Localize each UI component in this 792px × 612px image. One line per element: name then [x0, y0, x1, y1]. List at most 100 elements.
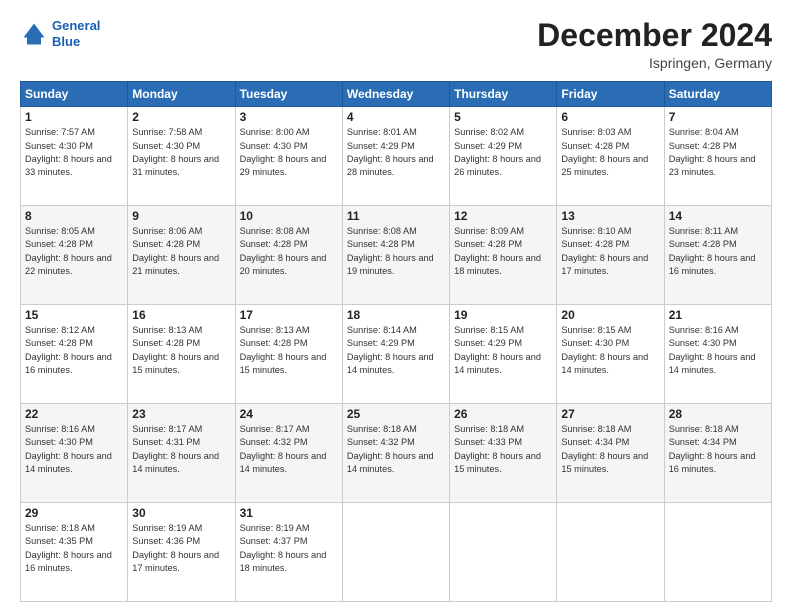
day-number: 7 [669, 110, 767, 124]
weekday-header-tuesday: Tuesday [235, 82, 342, 107]
calendar-cell: 4 Sunrise: 8:01 AMSunset: 4:29 PMDaylight… [342, 107, 449, 206]
day-info: Sunrise: 8:18 AMSunset: 4:34 PMDaylight:… [561, 423, 659, 476]
day-number: 23 [132, 407, 230, 421]
title-block: December 2024 Ispringen, Germany [537, 18, 772, 71]
day-number: 10 [240, 209, 338, 223]
day-info: Sunrise: 8:19 AMSunset: 4:37 PMDaylight:… [240, 522, 338, 575]
day-info: Sunrise: 8:17 AMSunset: 4:31 PMDaylight:… [132, 423, 230, 476]
calendar-cell: 22 Sunrise: 8:16 AMSunset: 4:30 PMDayligh… [21, 404, 128, 503]
day-number: 22 [25, 407, 123, 421]
day-info: Sunrise: 8:03 AMSunset: 4:28 PMDaylight:… [561, 126, 659, 179]
logo-line1: General [52, 18, 100, 33]
calendar-cell: 5 Sunrise: 8:02 AMSunset: 4:29 PMDaylight… [450, 107, 557, 206]
day-info: Sunrise: 8:17 AMSunset: 4:32 PMDaylight:… [240, 423, 338, 476]
day-info: Sunrise: 8:02 AMSunset: 4:29 PMDaylight:… [454, 126, 552, 179]
calendar-cell: 2 Sunrise: 7:58 AMSunset: 4:30 PMDaylight… [128, 107, 235, 206]
week-row-3: 15Sunrise: 8:12 AMSunset: 4:28 PMDayligh… [21, 305, 772, 404]
day-info: Sunrise: 8:13 AMSunset: 4:28 PMDaylight:… [132, 324, 230, 377]
calendar: SundayMondayTuesdayWednesdayThursdayFrid… [20, 81, 772, 602]
day-info: Sunrise: 8:16 AMSunset: 4:30 PMDaylight:… [669, 324, 767, 377]
day-info: Sunrise: 8:16 AMSunset: 4:30 PMDaylight:… [25, 423, 123, 476]
day-info: Sunrise: 7:58 AMSunset: 4:30 PMDaylight:… [132, 126, 230, 179]
day-info: Sunrise: 8:18 AMSunset: 4:34 PMDaylight:… [669, 423, 767, 476]
day-number: 25 [347, 407, 445, 421]
day-number: 31 [240, 506, 338, 520]
calendar-cell: 19 Sunrise: 8:15 AMSunset: 4:29 PMDayligh… [450, 305, 557, 404]
day-number: 21 [669, 308, 767, 322]
day-number: 9 [132, 209, 230, 223]
calendar-cell: 10 Sunrise: 8:08 AMSunset: 4:28 PMDayligh… [235, 206, 342, 305]
calendar-cell: 27 Sunrise: 8:18 AMSunset: 4:34 PMDayligh… [557, 404, 664, 503]
weekday-header-monday: Monday [128, 82, 235, 107]
weekday-header-thursday: Thursday [450, 82, 557, 107]
calendar-cell: 8Sunrise: 8:05 AMSunset: 4:28 PMDaylight… [21, 206, 128, 305]
calendar-cell: 12 Sunrise: 8:09 AMSunset: 4:28 PMDayligh… [450, 206, 557, 305]
calendar-cell: 23 Sunrise: 8:17 AMSunset: 4:31 PMDayligh… [128, 404, 235, 503]
calendar-cell: 13 Sunrise: 8:10 AMSunset: 4:28 PMDayligh… [557, 206, 664, 305]
header: General Blue December 2024 Ispringen, Ge… [20, 18, 772, 71]
logo-text: General Blue [52, 18, 100, 49]
calendar-cell [664, 503, 771, 602]
calendar-cell: 9Sunrise: 8:06 AMSunset: 4:28 PMDaylight… [128, 206, 235, 305]
day-number: 13 [561, 209, 659, 223]
day-info: Sunrise: 8:01 AMSunset: 4:29 PMDaylight:… [347, 126, 445, 179]
calendar-cell: 21 Sunrise: 8:16 AMSunset: 4:30 PMDayligh… [664, 305, 771, 404]
calendar-cell: 14Sunrise: 8:11 AMSunset: 4:28 PMDayligh… [664, 206, 771, 305]
day-info: Sunrise: 8:10 AMSunset: 4:28 PMDaylight:… [561, 225, 659, 278]
day-info: Sunrise: 8:12 AMSunset: 4:28 PMDaylight:… [25, 324, 123, 377]
day-number: 5 [454, 110, 552, 124]
day-info: Sunrise: 8:15 AMSunset: 4:30 PMDaylight:… [561, 324, 659, 377]
day-number: 12 [454, 209, 552, 223]
week-row-1: 1Sunrise: 7:57 AMSunset: 4:30 PMDaylight… [21, 107, 772, 206]
day-info: Sunrise: 8:14 AMSunset: 4:29 PMDaylight:… [347, 324, 445, 377]
day-info: Sunrise: 7:57 AMSunset: 4:30 PMDaylight:… [25, 126, 123, 179]
day-info: Sunrise: 8:13 AMSunset: 4:28 PMDaylight:… [240, 324, 338, 377]
month-title: December 2024 [537, 18, 772, 53]
logo-icon [20, 20, 48, 48]
weekday-header-sunday: Sunday [21, 82, 128, 107]
calendar-cell: 17 Sunrise: 8:13 AMSunset: 4:28 PMDayligh… [235, 305, 342, 404]
calendar-cell: 24 Sunrise: 8:17 AMSunset: 4:32 PMDayligh… [235, 404, 342, 503]
day-number: 16 [132, 308, 230, 322]
day-info: Sunrise: 8:18 AMSunset: 4:35 PMDaylight:… [25, 522, 123, 575]
day-number: 17 [240, 308, 338, 322]
weekday-header-wednesday: Wednesday [342, 82, 449, 107]
logo-line2: Blue [52, 34, 80, 49]
week-row-5: 29 Sunrise: 8:18 AMSunset: 4:35 PMDayligh… [21, 503, 772, 602]
day-number: 24 [240, 407, 338, 421]
calendar-cell: 25 Sunrise: 8:18 AMSunset: 4:32 PMDayligh… [342, 404, 449, 503]
logo: General Blue [20, 18, 100, 49]
day-number: 29 [25, 506, 123, 520]
calendar-cell: 1Sunrise: 7:57 AMSunset: 4:30 PMDaylight… [21, 107, 128, 206]
day-info: Sunrise: 8:05 AMSunset: 4:28 PMDaylight:… [25, 225, 123, 278]
day-number: 4 [347, 110, 445, 124]
day-number: 26 [454, 407, 552, 421]
calendar-cell [342, 503, 449, 602]
day-info: Sunrise: 8:15 AMSunset: 4:29 PMDaylight:… [454, 324, 552, 377]
day-info: Sunrise: 8:04 AMSunset: 4:28 PMDaylight:… [669, 126, 767, 179]
weekday-header-saturday: Saturday [664, 82, 771, 107]
calendar-cell: 11 Sunrise: 8:08 AMSunset: 4:28 PMDayligh… [342, 206, 449, 305]
day-info: Sunrise: 8:08 AMSunset: 4:28 PMDaylight:… [347, 225, 445, 278]
day-number: 14 [669, 209, 767, 223]
day-info: Sunrise: 8:09 AMSunset: 4:28 PMDaylight:… [454, 225, 552, 278]
calendar-cell: 6Sunrise: 8:03 AMSunset: 4:28 PMDaylight… [557, 107, 664, 206]
day-number: 11 [347, 209, 445, 223]
week-row-2: 8Sunrise: 8:05 AMSunset: 4:28 PMDaylight… [21, 206, 772, 305]
calendar-cell: 7 Sunrise: 8:04 AMSunset: 4:28 PMDaylight… [664, 107, 771, 206]
calendar-cell: 26 Sunrise: 8:18 AMSunset: 4:33 PMDayligh… [450, 404, 557, 503]
weekday-header-friday: Friday [557, 82, 664, 107]
day-number: 20 [561, 308, 659, 322]
calendar-cell: 16 Sunrise: 8:13 AMSunset: 4:28 PMDayligh… [128, 305, 235, 404]
day-info: Sunrise: 8:08 AMSunset: 4:28 PMDaylight:… [240, 225, 338, 278]
day-number: 2 [132, 110, 230, 124]
calendar-cell: 3Sunrise: 8:00 AMSunset: 4:30 PMDaylight… [235, 107, 342, 206]
day-number: 27 [561, 407, 659, 421]
day-info: Sunrise: 8:19 AMSunset: 4:36 PMDaylight:… [132, 522, 230, 575]
day-info: Sunrise: 8:18 AMSunset: 4:32 PMDaylight:… [347, 423, 445, 476]
weekday-header-row: SundayMondayTuesdayWednesdayThursdayFrid… [21, 82, 772, 107]
calendar-cell: 15Sunrise: 8:12 AMSunset: 4:28 PMDayligh… [21, 305, 128, 404]
calendar-cell: 18Sunrise: 8:14 AMSunset: 4:29 PMDayligh… [342, 305, 449, 404]
day-info: Sunrise: 8:18 AMSunset: 4:33 PMDaylight:… [454, 423, 552, 476]
day-number: 19 [454, 308, 552, 322]
